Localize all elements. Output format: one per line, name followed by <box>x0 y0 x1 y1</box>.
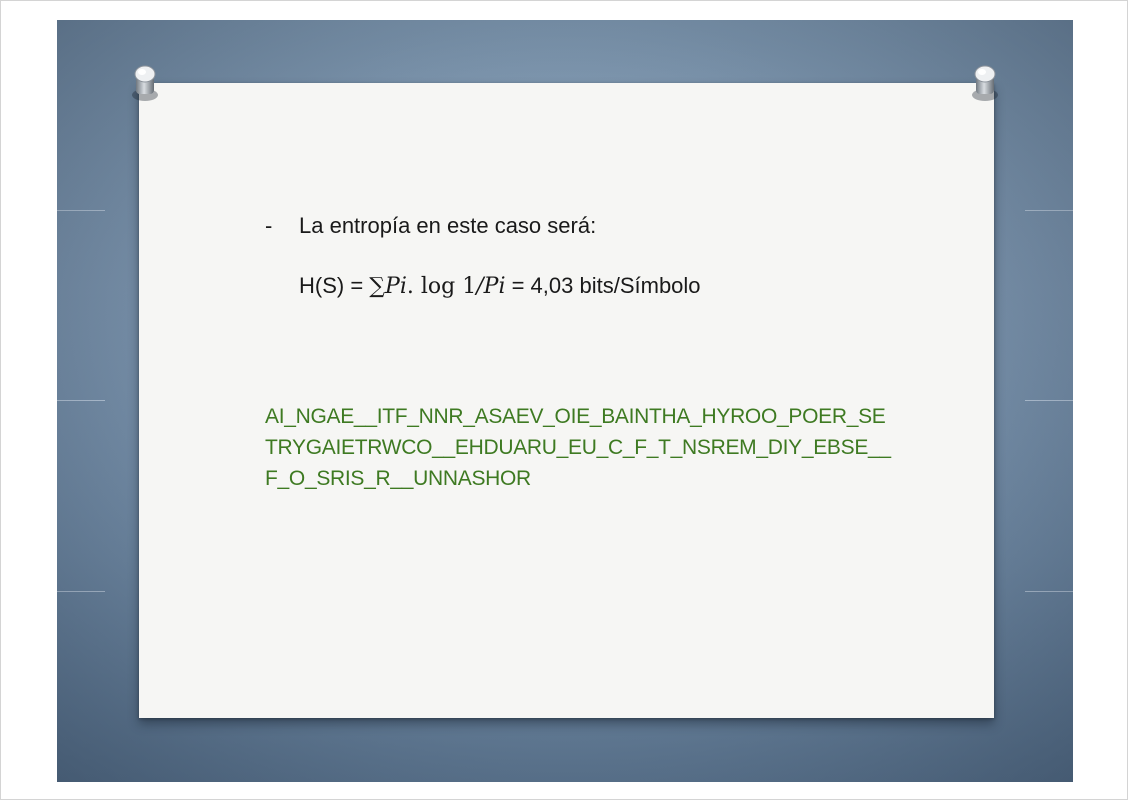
guide-line-right-3 <box>1025 591 1073 592</box>
guide-line-left-3 <box>57 591 105 592</box>
bullet-marker: - <box>265 213 273 238</box>
sequence-line-3: F_O_SRIS_R__UNNASHOR <box>265 467 531 490</box>
guide-line-right-1 <box>1025 210 1073 211</box>
sequence-line-1: AI_NGAE__ITF_NNR_ASAEV_OIE_BAINTHA_HYROO… <box>265 405 886 428</box>
formula-slash: / <box>476 274 484 299</box>
symbol-sequence: AI_NGAE__ITF_NNR_ASAEV_OIE_BAINTHA_HYROO… <box>265 401 891 494</box>
formula-prefix: H(S) = <box>299 273 370 298</box>
guide-line-left-1 <box>57 210 105 211</box>
paper-card: - La entropía en este caso será: H(S) = ∑… <box>139 83 994 718</box>
sum-symbol: ∑ <box>369 274 386 299</box>
slide-content: - La entropía en este caso será: H(S) = ∑… <box>139 83 994 718</box>
bullet-text: La entropía en este caso será: <box>299 213 597 238</box>
sequence-line-2: TRYGAIETRWCO__EHDUARU_EU_C_F_T_NSREM_DIY… <box>265 436 891 459</box>
entropy-formula: H(S) = ∑Pi. log 1/Pi = 4,03 bits/Símbolo <box>299 273 701 299</box>
guide-line-right-2 <box>1025 400 1073 401</box>
bullet-item: - La entropía en este caso será: <box>265 213 596 239</box>
formula-result: = 4,03 bits/Símbolo <box>505 273 701 298</box>
slide: - La entropía en este caso será: H(S) = ∑… <box>57 20 1073 782</box>
formula-one: 1 <box>462 274 477 299</box>
page-frame: - La entropía en este caso será: H(S) = ∑… <box>0 0 1128 800</box>
pushpin-right-icon <box>972 65 998 101</box>
formula-log: log <box>413 274 463 299</box>
formula-pi-denominator: Pi <box>483 274 506 299</box>
formula-dot: . <box>406 274 414 299</box>
pushpin-left-icon <box>132 65 158 101</box>
formula-pi: Pi <box>385 274 407 299</box>
guide-line-left-2 <box>57 400 105 401</box>
